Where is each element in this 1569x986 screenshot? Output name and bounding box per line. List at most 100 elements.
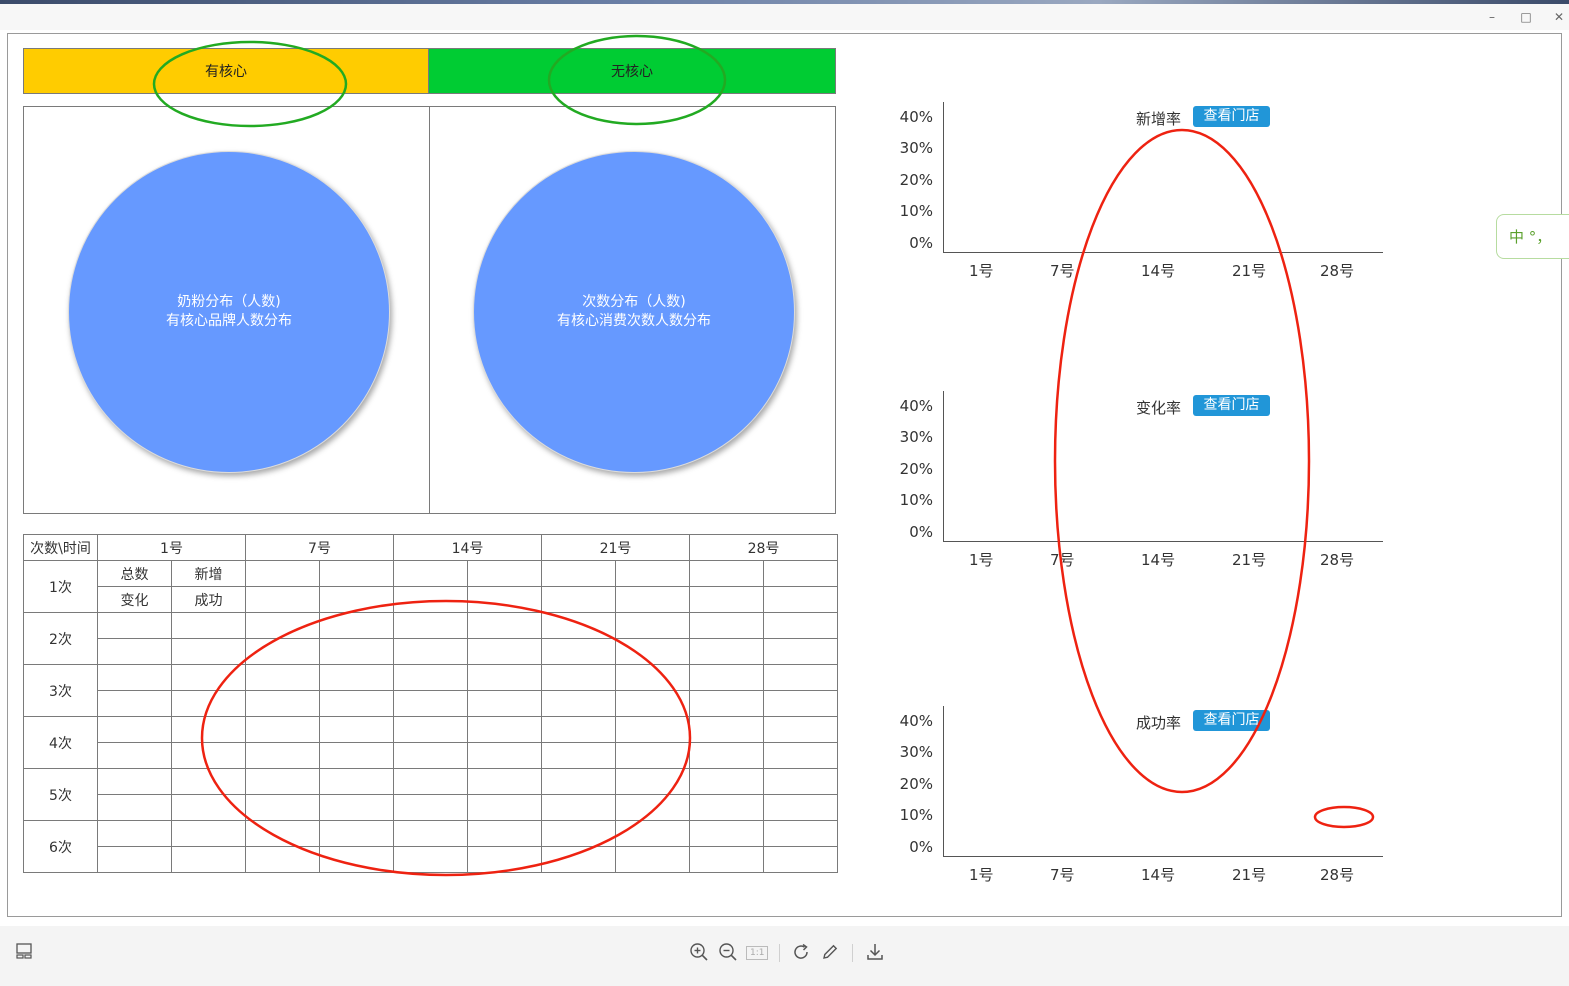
table-cell[interactable] xyxy=(245,716,320,743)
table-cell[interactable] xyxy=(763,768,838,795)
table-cell[interactable] xyxy=(615,846,690,873)
table-cell[interactable] xyxy=(689,638,764,665)
table-cell[interactable] xyxy=(763,664,838,691)
zoom-out-icon[interactable] xyxy=(717,942,739,964)
milk-powder-pie[interactable]: 奶粉分布（人数) 有核心品牌人数分布 xyxy=(68,151,390,473)
table-cell[interactable] xyxy=(541,638,616,665)
table-cell[interactable] xyxy=(319,690,394,717)
table-cell[interactable] xyxy=(245,742,320,769)
table-cell[interactable] xyxy=(541,768,616,795)
table-cell[interactable] xyxy=(245,664,320,691)
table-cell[interactable] xyxy=(245,586,320,613)
table-cell[interactable] xyxy=(97,846,172,873)
rotate-icon[interactable] xyxy=(790,942,812,964)
table-cell[interactable] xyxy=(97,794,172,821)
table-cell[interactable] xyxy=(171,612,246,639)
table-cell[interactable] xyxy=(763,612,838,639)
table-cell[interactable] xyxy=(97,664,172,691)
table-cell[interactable] xyxy=(319,612,394,639)
table-cell[interactable] xyxy=(467,820,542,847)
table-cell[interactable] xyxy=(245,768,320,795)
table-cell[interactable] xyxy=(245,794,320,821)
close-button[interactable]: ✕ xyxy=(1549,10,1569,24)
table-cell[interactable] xyxy=(97,716,172,743)
table-cell[interactable] xyxy=(171,716,246,743)
table-cell[interactable] xyxy=(763,586,838,613)
table-cell[interactable] xyxy=(319,846,394,873)
table-cell[interactable] xyxy=(615,664,690,691)
table-cell[interactable] xyxy=(467,742,542,769)
table-cell[interactable] xyxy=(393,742,468,769)
table-cell[interactable] xyxy=(467,664,542,691)
maximize-button[interactable]: □ xyxy=(1516,10,1536,24)
table-cell[interactable] xyxy=(763,820,838,847)
table-cell[interactable] xyxy=(245,690,320,717)
table-cell[interactable] xyxy=(393,612,468,639)
actual-size-icon[interactable]: 1:1 xyxy=(746,942,769,964)
table-cell[interactable] xyxy=(171,820,246,847)
frequency-pie[interactable]: 次数分布（人数) 有核心消费次数人数分布 xyxy=(473,151,795,473)
table-cell[interactable] xyxy=(393,690,468,717)
table-cell[interactable] xyxy=(171,768,246,795)
table-cell[interactable] xyxy=(393,820,468,847)
table-cell[interactable] xyxy=(467,846,542,873)
table-cell[interactable] xyxy=(319,742,394,769)
table-cell[interactable] xyxy=(245,560,320,587)
table-cell[interactable] xyxy=(763,690,838,717)
table-cell[interactable] xyxy=(615,612,690,639)
table-cell[interactable] xyxy=(245,638,320,665)
table-cell[interactable] xyxy=(97,768,172,795)
table-cell[interactable] xyxy=(689,794,764,821)
table-cell[interactable] xyxy=(689,820,764,847)
table-cell[interactable] xyxy=(689,690,764,717)
minimize-button[interactable]: – xyxy=(1482,10,1502,24)
table-cell[interactable] xyxy=(245,612,320,639)
table-cell[interactable] xyxy=(319,794,394,821)
table-cell[interactable] xyxy=(615,560,690,587)
table-cell[interactable] xyxy=(467,794,542,821)
table-cell[interactable] xyxy=(393,794,468,821)
table-cell[interactable] xyxy=(467,716,542,743)
table-cell[interactable] xyxy=(689,768,764,795)
table-cell[interactable] xyxy=(541,560,616,587)
table-cell[interactable] xyxy=(97,742,172,769)
table-cell[interactable] xyxy=(689,586,764,613)
zoom-in-icon[interactable] xyxy=(688,942,710,964)
view-stores-button[interactable]: 查看门店 xyxy=(1193,106,1270,127)
table-cell[interactable] xyxy=(763,846,838,873)
table-cell[interactable] xyxy=(541,742,616,769)
table-cell[interactable] xyxy=(689,560,764,587)
table-cell[interactable] xyxy=(763,638,838,665)
table-cell[interactable] xyxy=(615,586,690,613)
table-cell[interactable] xyxy=(689,716,764,743)
table-cell[interactable] xyxy=(541,612,616,639)
table-cell[interactable] xyxy=(171,638,246,665)
table-cell[interactable] xyxy=(615,638,690,665)
table-cell[interactable] xyxy=(541,586,616,613)
table-cell[interactable] xyxy=(467,638,542,665)
table-cell[interactable] xyxy=(467,690,542,717)
table-cell[interactable] xyxy=(171,742,246,769)
table-cell[interactable] xyxy=(171,664,246,691)
table-cell[interactable] xyxy=(615,716,690,743)
table-cell[interactable] xyxy=(689,664,764,691)
table-cell[interactable] xyxy=(615,742,690,769)
table-cell[interactable] xyxy=(319,768,394,795)
table-cell[interactable] xyxy=(393,716,468,743)
edit-icon[interactable] xyxy=(819,942,841,964)
ime-status-widget[interactable]: 中 °， xyxy=(1496,214,1569,259)
view-stores-button[interactable]: 查看门店 xyxy=(1193,395,1270,416)
table-cell[interactable] xyxy=(393,586,468,613)
table-cell[interactable] xyxy=(467,586,542,613)
table-cell[interactable] xyxy=(541,690,616,717)
table-cell[interactable] xyxy=(319,820,394,847)
table-cell[interactable] xyxy=(319,664,394,691)
table-cell[interactable] xyxy=(541,716,616,743)
table-cell[interactable] xyxy=(763,560,838,587)
table-cell[interactable] xyxy=(97,820,172,847)
table-cell[interactable] xyxy=(763,742,838,769)
table-cell[interactable] xyxy=(245,820,320,847)
table-cell[interactable] xyxy=(319,716,394,743)
table-cell[interactable] xyxy=(689,742,764,769)
table-cell[interactable] xyxy=(97,690,172,717)
